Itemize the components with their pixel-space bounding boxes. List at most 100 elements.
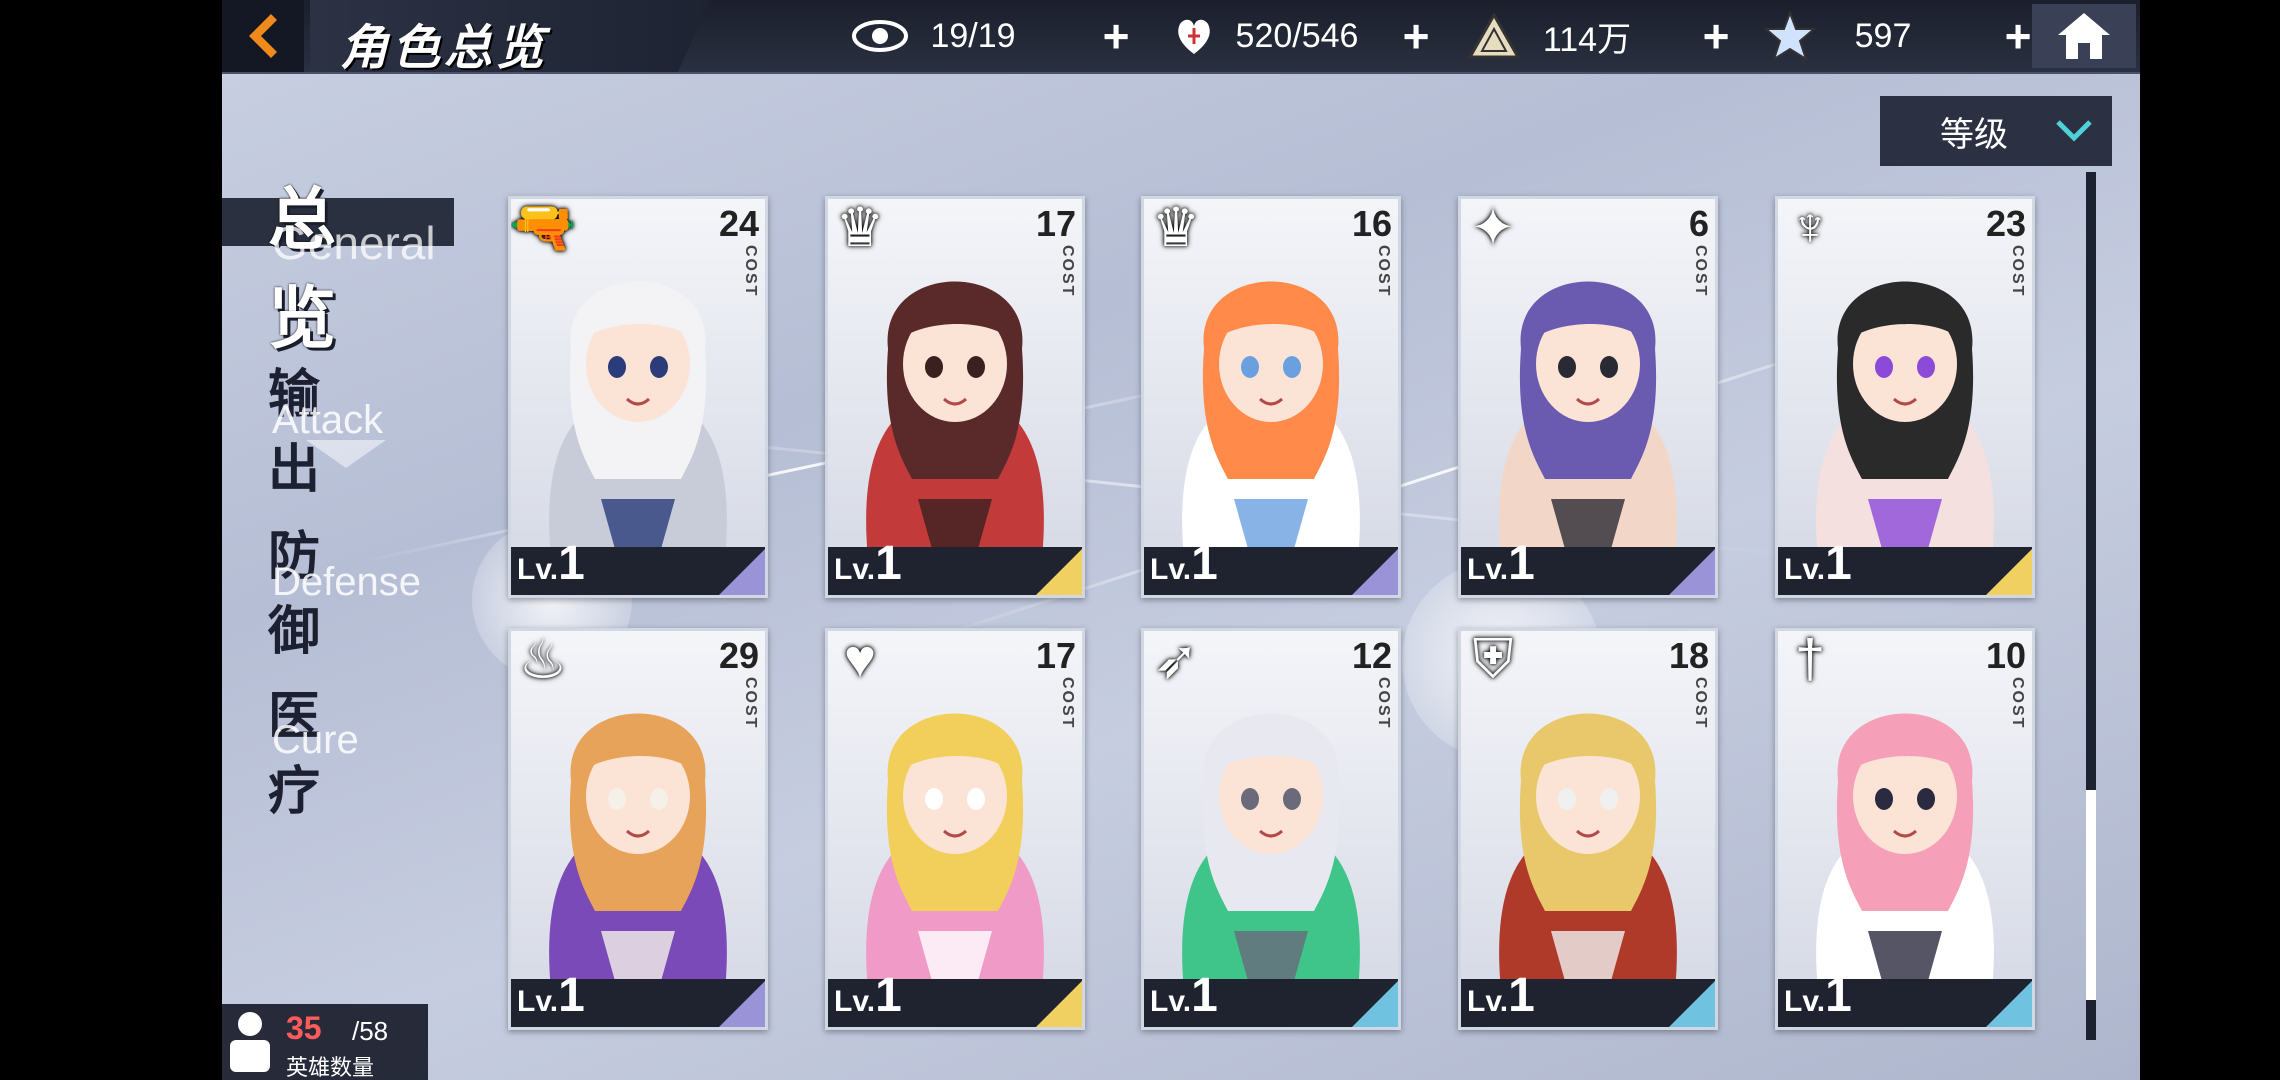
gun-icon: 🔫 <box>509 196 577 257</box>
level-prefix: Lv. <box>1150 553 1192 586</box>
card-cost-label: COST <box>1692 677 1709 730</box>
hero-count-panel: 35 /58 英雄数量 <box>222 1004 428 1080</box>
sort-dropdown[interactable]: 等级 <box>1880 96 2112 166</box>
tab-label-en: Attack <box>272 398 384 442</box>
card-cost-label: COST <box>742 245 759 298</box>
card-cost-label: COST <box>1375 245 1392 298</box>
rarity-corner <box>1986 981 2032 1027</box>
level-value: 1 <box>875 537 902 590</box>
star-crystal-icon <box>1762 10 1818 62</box>
card-cost: 18 <box>1668 635 1709 676</box>
card-cost: 12 <box>1351 635 1392 676</box>
rarity-corner <box>1036 549 1082 595</box>
resource-stamina: 520/546 <box>1166 10 1372 62</box>
home-button[interactable] <box>2032 4 2136 68</box>
level-value: 1 <box>1191 969 1218 1022</box>
bow-icon: ➶ <box>1153 629 1199 690</box>
character-card[interactable]: ♆ 23 COST Lv.1 <box>1775 196 2035 598</box>
card-cost-label: COST <box>1059 677 1076 730</box>
shield-icon: ⛨ <box>1472 628 1514 689</box>
triangle-coin-icon <box>1466 10 1522 62</box>
resource-value: 520/546 <box>1235 16 1359 55</box>
shuriken-icon: ✦ <box>1470 197 1516 258</box>
home-icon <box>2058 13 2110 59</box>
crown-sword-icon: ♛ <box>835 197 885 258</box>
rarity-corner <box>1036 981 1082 1027</box>
card-level: Lv.1 <box>1150 968 1218 1023</box>
hero-count-current: 35 <box>286 1010 322 1046</box>
eye-icon <box>852 10 908 62</box>
level-value: 1 <box>558 969 585 1022</box>
add-coins-button[interactable]: + <box>1696 13 1736 59</box>
card-level: Lv.1 <box>1467 968 1535 1023</box>
add-views-button[interactable]: + <box>1096 13 1136 59</box>
character-card[interactable]: ⛨ 18 COST Lv.1 <box>1458 628 1718 1030</box>
card-level: Lv.1 <box>834 968 902 1023</box>
sword-icon: † <box>1794 629 1826 689</box>
hero-count-max: /58 <box>352 1016 389 1046</box>
level-value: 1 <box>558 537 585 590</box>
level-prefix: Lv. <box>834 985 876 1018</box>
card-level: Lv.1 <box>1467 536 1535 591</box>
level-value: 1 <box>1191 537 1218 590</box>
level-value: 1 <box>875 969 902 1022</box>
crown-sword-icon: ♛ <box>1151 197 1201 258</box>
card-cost: 23 <box>1985 203 2026 244</box>
top-bar: 角色总览 19/19 + 520/546 + 114万 + 597 + <box>222 0 2140 75</box>
card-cost: 24 <box>718 203 759 244</box>
resource-views: 19/19 <box>852 10 1038 62</box>
back-button[interactable] <box>222 0 304 72</box>
rarity-corner <box>1669 549 1715 595</box>
character-card[interactable]: 🔫 24 COST Lv.1 <box>508 196 768 598</box>
rarity-corner <box>1352 981 1398 1027</box>
character-card[interactable]: † 10 COST Lv.1 <box>1775 628 2035 1030</box>
stamina-heart-icon <box>1166 10 1222 62</box>
character-card[interactable]: ♥ 17 COST Lv.1 <box>825 628 1085 1030</box>
card-cost: 17 <box>1035 635 1076 676</box>
card-level: Lv.1 <box>517 536 585 591</box>
resource-coins: 114万 <box>1466 10 1652 62</box>
hero-count-label: 英雄数量 <box>286 1055 375 1080</box>
level-prefix: Lv. <box>1467 985 1509 1018</box>
card-cost: 17 <box>1035 203 1076 244</box>
scrollbar-thumb[interactable] <box>2086 790 2096 1000</box>
tab-label-en: Defense <box>272 560 421 604</box>
tab-pointer-icon <box>306 440 386 468</box>
card-cost-label: COST <box>1375 677 1392 730</box>
resource-crystals: 597 <box>1762 10 1948 62</box>
card-level: Lv.1 <box>1784 536 1852 591</box>
level-value: 1 <box>1825 969 1852 1022</box>
card-cost: 6 <box>1688 203 1709 244</box>
level-value: 1 <box>1508 969 1535 1022</box>
card-cost-label: COST <box>1059 245 1076 298</box>
character-card[interactable]: ➶ 12 COST Lv.1 <box>1141 628 1401 1030</box>
card-level: Lv.1 <box>834 536 902 591</box>
page-title: 角色总览 <box>340 22 549 75</box>
resource-value: 114万 <box>1542 20 1632 59</box>
level-prefix: Lv. <box>1784 985 1826 1018</box>
card-cost-label: COST <box>2009 677 2026 730</box>
level-prefix: Lv. <box>1467 553 1509 586</box>
character-card[interactable]: ♨ 29 COST Lv.1 <box>508 628 768 1030</box>
sort-selected-label: 等级 <box>1940 115 2008 154</box>
card-level: Lv.1 <box>1150 536 1218 591</box>
card-cost: 10 <box>1985 635 2026 676</box>
add-stamina-button[interactable]: + <box>1396 13 1436 59</box>
card-cost: 29 <box>718 635 759 676</box>
level-value: 1 <box>1825 537 1852 590</box>
person-icon <box>230 1012 270 1072</box>
resource-value: 19/19 <box>930 16 1016 55</box>
rarity-corner <box>1669 981 1715 1027</box>
character-card[interactable]: ♛ 17 COST Lv.1 <box>825 196 1085 598</box>
tab-label-en: General <box>272 217 436 269</box>
level-prefix: Lv. <box>1150 985 1192 1018</box>
flame-icon: ♨ <box>518 629 568 690</box>
card-cost-label: COST <box>1692 245 1709 298</box>
back-arrow-icon <box>249 14 277 58</box>
game-screen: 角色总览 19/19 + 520/546 + 114万 + 597 + 等级 总… <box>222 0 2140 1080</box>
resource-value: 597 <box>1854 16 1912 55</box>
rarity-corner <box>719 981 765 1027</box>
character-card[interactable]: ✦ 6 COST Lv.1 <box>1458 196 1718 598</box>
rarity-corner <box>1352 549 1398 595</box>
character-card[interactable]: ♛ 16 COST Lv.1 <box>1141 196 1401 598</box>
